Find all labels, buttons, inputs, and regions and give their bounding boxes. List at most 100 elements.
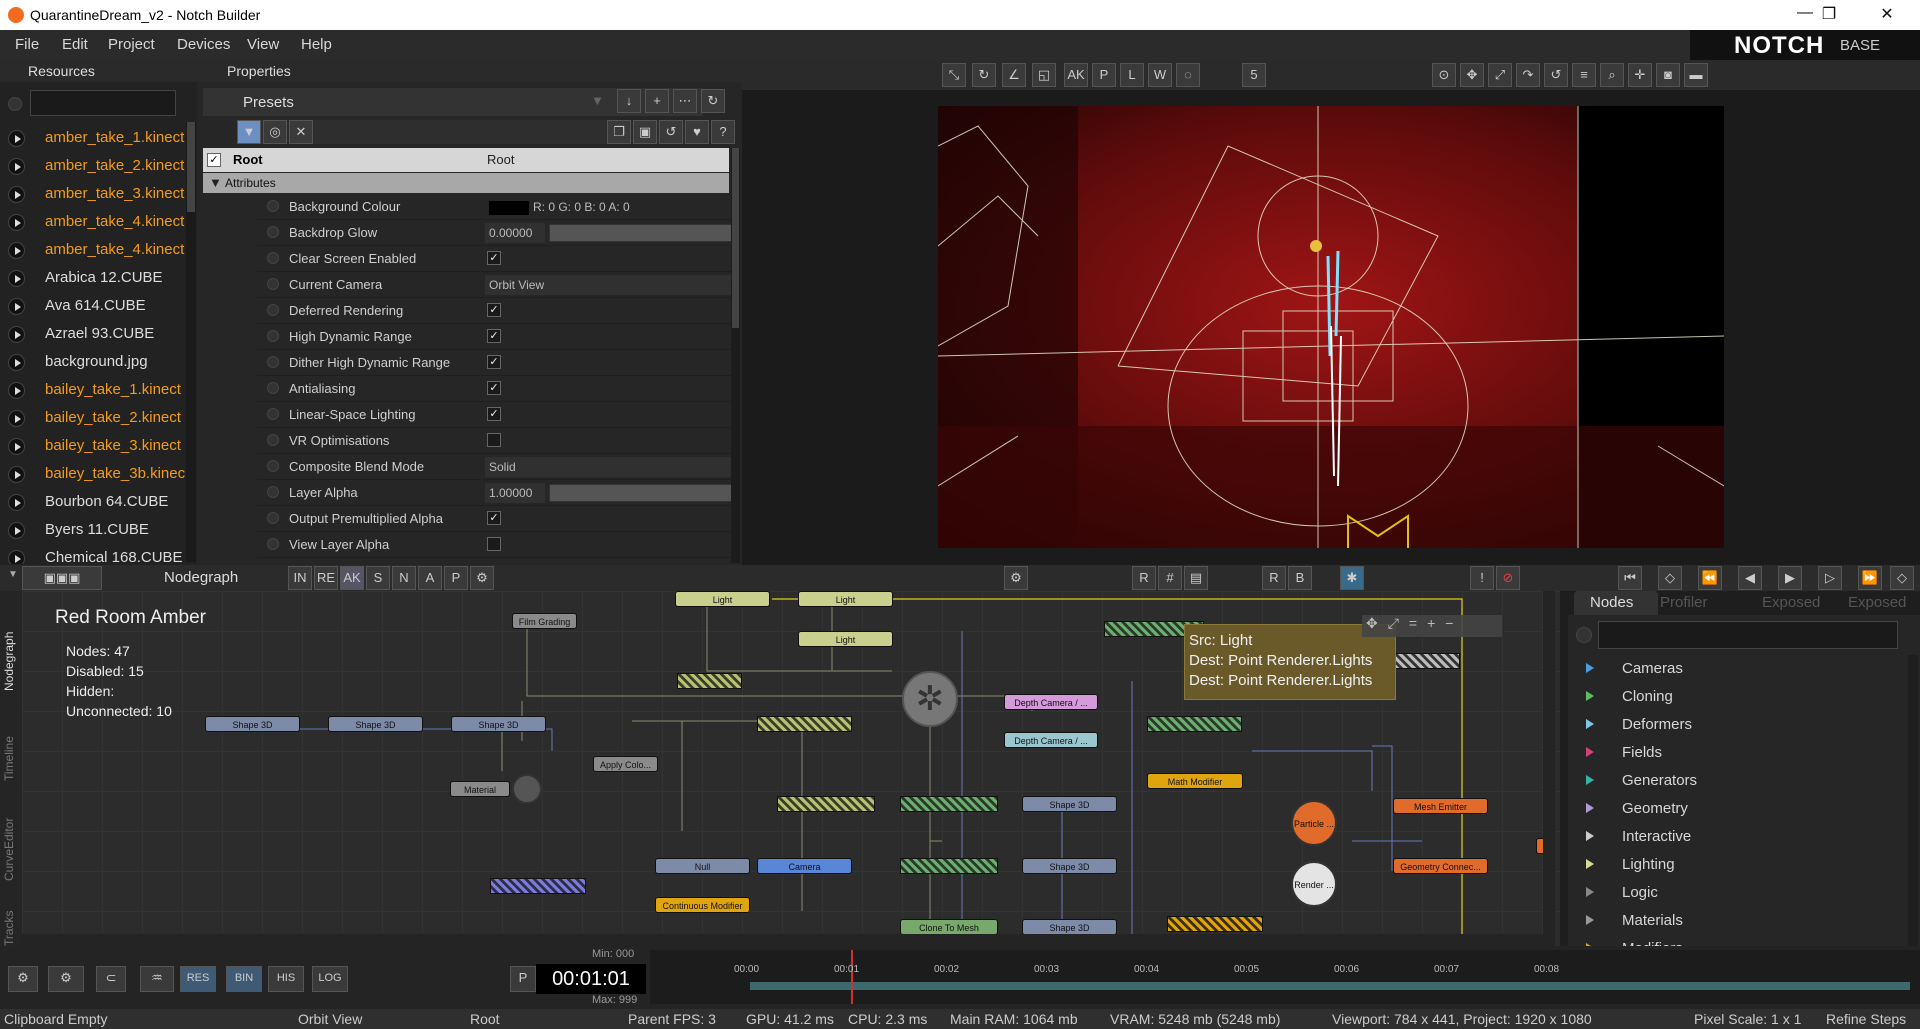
menu-project[interactable]: Project: [108, 36, 155, 53]
angle-tool-icon[interactable]: ∠: [1002, 63, 1026, 87]
root-row[interactable]: ✓ Root Root: [203, 148, 729, 172]
collapse-icon[interactable]: ▼: [209, 175, 222, 190]
node-shape-3d-4[interactable]: Shape 3D: [1022, 796, 1117, 812]
step-back-icon[interactable]: ◀: [1738, 566, 1762, 590]
node-depth-camera-1[interactable]: Depth Camera / ...: [1004, 694, 1098, 710]
keyframe-dot-icon[interactable]: [267, 252, 279, 264]
attribute-row[interactable]: VR Optimisations: [257, 428, 740, 454]
node-category[interactable]: Generators: [1578, 767, 1908, 795]
timeline-range-bar[interactable]: [750, 982, 1910, 990]
node-light-2[interactable]: Light: [798, 591, 893, 607]
node-depth-camera-2[interactable]: Depth Camera / ...: [1004, 732, 1098, 748]
resource-item[interactable]: background.jpg: [0, 348, 186, 376]
node-category[interactable]: Logic: [1578, 879, 1908, 907]
copy-icon[interactable]: ❐: [607, 120, 631, 144]
settings-icon[interactable]: ⚙: [8, 966, 38, 992]
node-category[interactable]: Cameras: [1578, 655, 1908, 683]
attribute-row[interactable]: Linear-Space Lighting ✓: [257, 402, 740, 428]
resource-item[interactable]: Bourbon 64.CUBE: [0, 488, 186, 516]
resource-item[interactable]: amber_take_1.kinect: [0, 124, 186, 152]
keyframe-dot-icon[interactable]: [267, 512, 279, 524]
keyframe-dot-icon[interactable]: [267, 408, 279, 420]
add-icon[interactable]: +: [645, 89, 669, 113]
attribute-row[interactable]: High Dynamic Range ✓: [257, 324, 740, 350]
resources-scrollbar[interactable]: [186, 122, 196, 562]
expand-arrow-icon[interactable]: [1586, 915, 1594, 925]
node-disabled[interactable]: [757, 716, 852, 732]
snap-value-icon[interactable]: 5: [1242, 63, 1266, 87]
nodes-filter-icon[interactable]: [1576, 627, 1592, 643]
nodegraph-canvas[interactable]: Red Room Amber Nodes: 47 Disabled: 15 Hi…: [22, 591, 1560, 946]
resource-item[interactable]: bailey_take_2.kinect: [0, 404, 186, 432]
colour-view-icon[interactable]: ▤: [1184, 566, 1208, 590]
menu-file[interactable]: File: [15, 36, 39, 53]
log-button[interactable]: LOG: [312, 966, 348, 992]
tab-curve-editor[interactable]: CurveEditor: [2, 791, 20, 881]
attribute-checkbox[interactable]: ✓: [487, 407, 501, 421]
node-material[interactable]: Material: [450, 781, 510, 797]
tab-exposed-1[interactable]: Exposed: [1762, 594, 1820, 611]
root-enabled-checkbox[interactable]: ✓: [207, 153, 221, 167]
3d-viewport[interactable]: [938, 106, 1724, 548]
node-null[interactable]: Null: [655, 858, 750, 874]
colour-field[interactable]: R: 0 G: 0 B: 0 A: 0: [485, 197, 738, 217]
bb-icon[interactable]: B: [1288, 566, 1312, 590]
rewind-icon[interactable]: ⏪: [1698, 566, 1722, 590]
download-icon[interactable]: ↓: [617, 89, 641, 113]
play-resource-icon[interactable]: [8, 522, 25, 539]
tab-timeline[interactable]: Timeline: [2, 701, 20, 781]
play-icon[interactable]: ▶: [1778, 566, 1802, 590]
resource-item[interactable]: amber_take_2.kinect: [0, 152, 186, 180]
play-resource-icon[interactable]: [8, 186, 25, 203]
timeline-ruler[interactable]: 00:00 00:01 00:02 00:03 00:04 00:05 00:06 00:07…: [650, 950, 1920, 1004]
nodegraph-v-scrollbar[interactable]: [1543, 591, 1555, 946]
node-category[interactable]: Deformers: [1578, 711, 1908, 739]
node-film-grading[interactable]: Film Grading: [512, 613, 577, 629]
node-disabled[interactable]: [1394, 653, 1460, 669]
play-mode-button[interactable]: P: [510, 966, 536, 992]
attribute-row[interactable]: Dither High Dynamic Range ✓: [257, 350, 740, 376]
expand-arrow-icon[interactable]: [1586, 831, 1594, 841]
magnet-icon[interactable]: ⊂: [96, 966, 126, 992]
attribute-row[interactable]: Deferred Rendering ✓: [257, 298, 740, 324]
expand-arrow-icon[interactable]: [1586, 803, 1594, 813]
node-disabled[interactable]: [900, 796, 998, 812]
node-category[interactable]: Geometry: [1578, 795, 1908, 823]
timecode-display[interactable]: 00:01:01: [536, 964, 646, 994]
in-filter-icon[interactable]: IN: [288, 566, 312, 590]
keyframe-dot-icon[interactable]: [267, 356, 279, 368]
s-filter-icon[interactable]: S: [366, 566, 390, 590]
node-shape-3d-3[interactable]: Shape 3D: [451, 716, 546, 732]
resources-filter-icon[interactable]: [8, 97, 22, 111]
node-disabled[interactable]: [490, 878, 586, 894]
tab-exposed-2[interactable]: Exposed: [1848, 594, 1906, 611]
attribute-checkbox[interactable]: [487, 433, 501, 447]
stop-icon[interactable]: ⊘: [1496, 566, 1520, 590]
fast-forward-icon[interactable]: ⏩: [1858, 566, 1882, 590]
folder-icon[interactable]: ▬: [1684, 63, 1708, 87]
play-resource-icon[interactable]: [8, 410, 25, 427]
prev-key-icon[interactable]: ◇: [1658, 566, 1682, 590]
next-key-icon[interactable]: ◇: [1890, 566, 1914, 590]
clear-icon[interactable]: ✕: [289, 120, 313, 144]
attribute-row[interactable]: View Layer Alpha: [257, 532, 740, 558]
zoom-tool-icon[interactable]: ⌕: [1600, 63, 1624, 87]
node-apply-colour[interactable]: Apply Colo...: [593, 756, 658, 772]
attribute-checkbox[interactable]: ✓: [487, 329, 501, 343]
node-category[interactable]: Lighting: [1578, 851, 1908, 879]
undo-tool-icon[interactable]: ↺: [1544, 63, 1568, 87]
number-field[interactable]: 0.00000: [485, 223, 545, 243]
play-resource-icon[interactable]: [8, 270, 25, 287]
resource-item[interactable]: bailey_take_1.kinect: [0, 376, 186, 404]
keyframe-dot-icon[interactable]: [267, 200, 279, 212]
play-resource-icon[interactable]: [8, 438, 25, 455]
play-resource-icon[interactable]: [8, 494, 25, 511]
rotate-tool-icon[interactable]: ↻: [972, 63, 996, 87]
value-slider[interactable]: [549, 484, 737, 502]
menu-tool-icon[interactable]: ≡: [1572, 63, 1596, 87]
attribute-checkbox[interactable]: ✓: [487, 303, 501, 317]
attribute-checkbox[interactable]: ✓: [487, 251, 501, 265]
more-icon[interactable]: ⋯: [673, 89, 697, 113]
play-resource-icon[interactable]: [8, 326, 25, 343]
layout-switch-icon[interactable]: ▣▣▣: [22, 566, 102, 590]
